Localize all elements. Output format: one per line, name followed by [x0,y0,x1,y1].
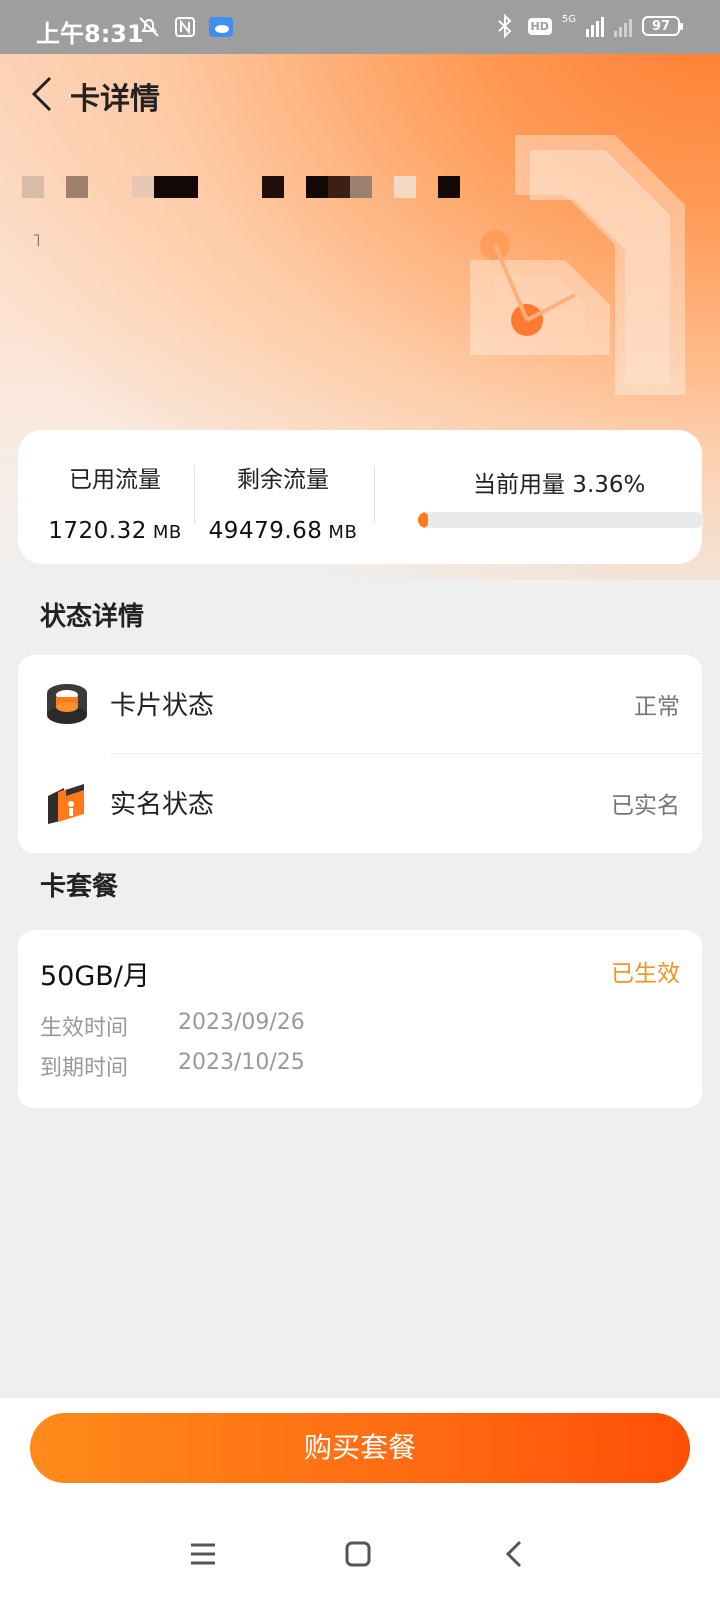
remaining-label: 剩余流量 [237,467,329,493]
current-usage-label: 当前用量 3.36% [473,472,646,498]
usage-card: 已用流量 1720.32 MB 剩余流量 49479.68 MB 当前用量 3.36… [18,430,704,564]
realname-status-label: 实名状态 [110,790,215,820]
back-button[interactable] [28,74,58,114]
expire-date-line: 到期时间 2023/10/25 [40,1050,305,1082]
card-status-value: 正常 [634,694,680,720]
bottom-bar: 购买套餐 [0,1398,720,1600]
effective-label: 生效时间 [40,1016,129,1041]
effective-date: 2023/09/26 [178,1010,305,1035]
plan-name: 50GB/月 [40,961,150,992]
remaining-number: 49479.68 [208,518,323,544]
menu-icon[interactable] [183,1534,223,1574]
status-time: 上午8:31 [36,20,144,48]
status-bar: 上午8:31 HD 5G 97 [0,0,720,54]
signal-icon [586,15,604,37]
sim-card-icon [47,684,87,724]
remaining-traffic: 剩余流量 49479.68 MB [208,460,358,544]
card-status-label: 卡片状态 [110,691,215,721]
effective-date-line: 生效时间 2023/09/26 [40,1010,305,1042]
used-number: 1720.32 [48,518,147,544]
used-value: 1720.32 MB [40,518,190,544]
usage-progress-fill [418,512,428,528]
masked-card-number [22,176,492,198]
usage-progress-bar [418,512,704,528]
nfc-icon [172,14,198,40]
status-section-title: 状态详情 [40,602,145,632]
back-arrow-icon [31,76,52,112]
sim-illustration-icon [470,135,685,395]
page-title: 卡详情 [70,82,160,117]
hd-badge: HD [527,17,552,35]
expire-label: 到期时间 [40,1056,129,1081]
weather-app-icon [208,14,234,40]
realname-status-value: 已实名 [611,793,680,819]
divider [374,466,375,524]
plan-section-title: 卡套餐 [40,872,119,902]
expire-date: 2023/10/25 [178,1050,305,1075]
remaining-unit: MB [328,522,358,543]
divider [194,466,195,524]
plan-state-badge: 已生效 [611,961,680,987]
buy-plan-button[interactable]: 购买套餐 [30,1413,690,1483]
status-card: 卡片状态 正常 实名状态 已实名 [18,655,702,853]
plan-card: 50GB/月 已生效 生效时间 2023/09/26 到期时间 2023/10/… [18,930,702,1108]
signal-2-icon [614,15,632,37]
used-unit: MB [152,522,182,543]
top-nav: 卡详情 [0,54,720,134]
card-status-row[interactable]: 卡片状态 正常 [18,655,702,753]
id-badge-icon [48,784,84,824]
mute-bell-icon [136,14,162,40]
remaining-value: 49479.68 MB [208,518,358,544]
bluetooth-icon [492,13,518,39]
used-traffic: 已用流量 1720.32 MB [40,460,190,544]
sub-text-mark: ˥ [32,230,41,251]
network-type: 5G [561,14,576,25]
realname-status-row[interactable]: 实名状态 已实名 [18,754,702,852]
system-back-icon[interactable] [494,1534,534,1574]
home-icon[interactable] [338,1534,378,1574]
used-label: 已用流量 [69,467,161,493]
battery-icon: 97 [642,16,683,36]
